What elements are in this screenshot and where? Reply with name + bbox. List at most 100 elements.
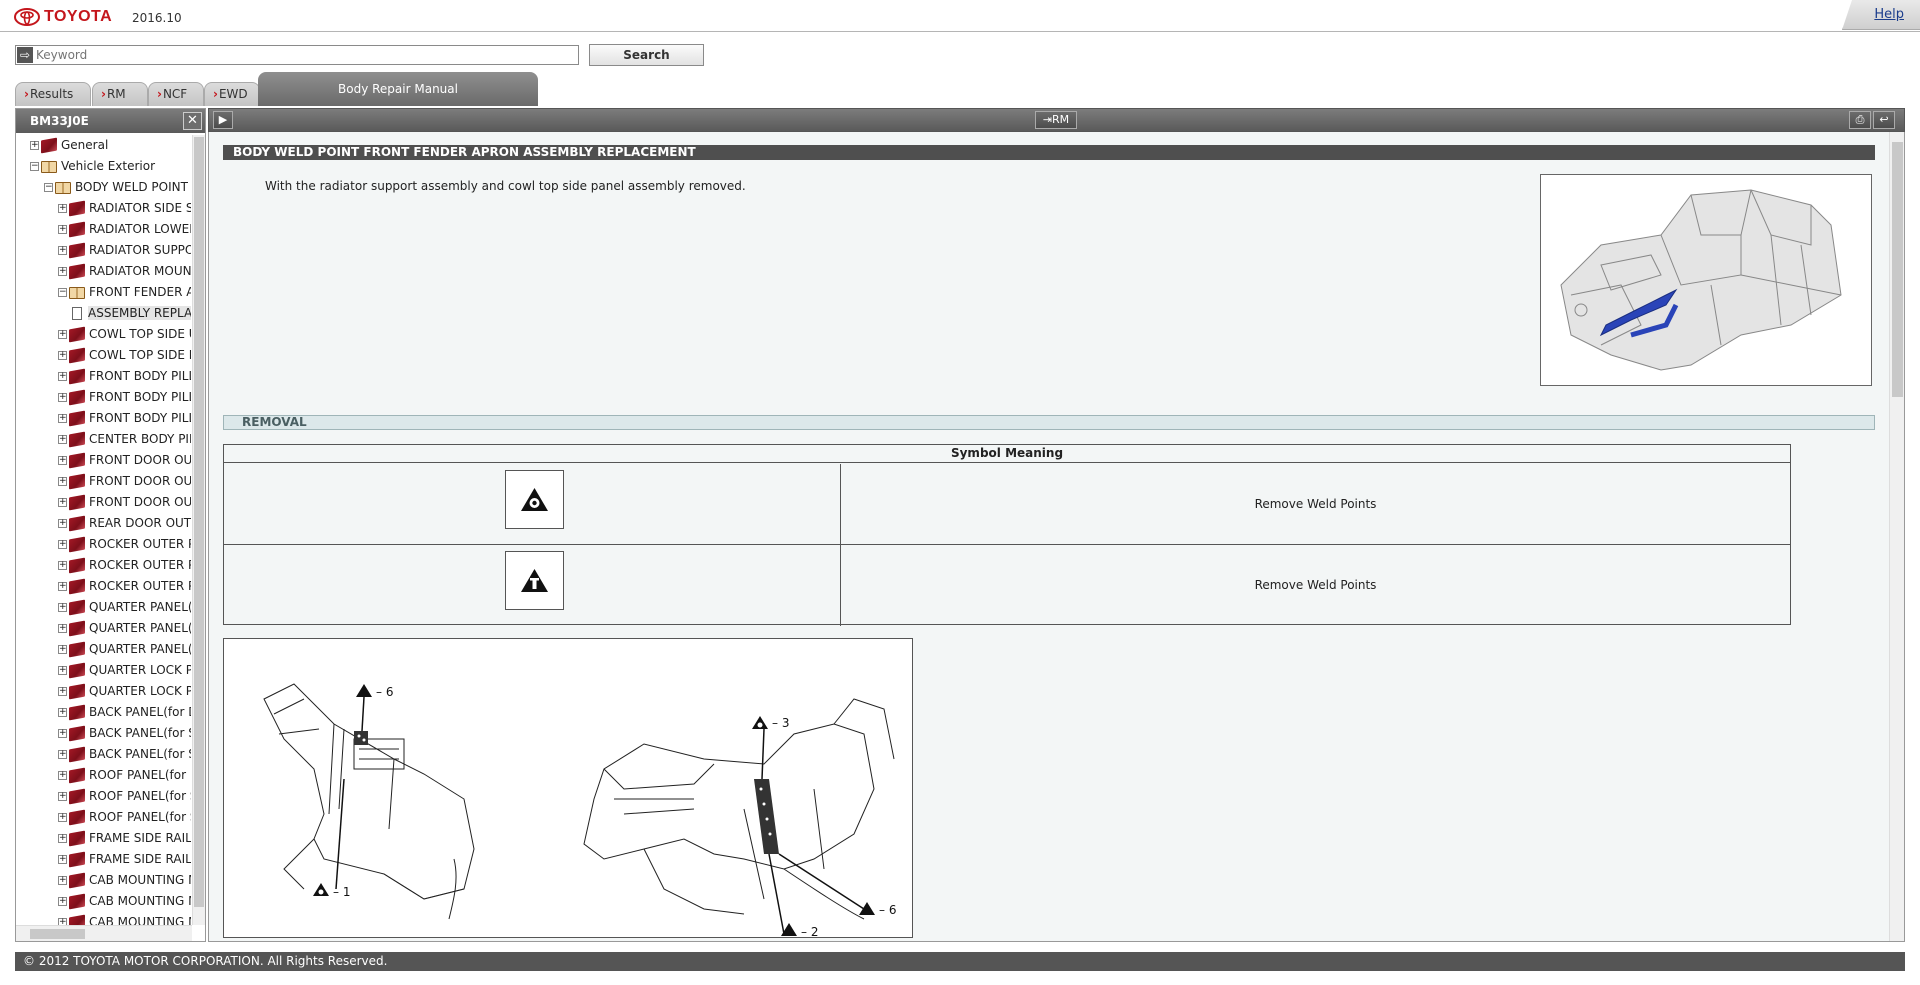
expand-icon[interactable]: + (58, 246, 67, 255)
expand-icon[interactable]: + (58, 540, 67, 549)
expand-icon[interactable]: + (58, 897, 67, 906)
expand-icon[interactable]: + (58, 792, 67, 801)
expand-icon[interactable]: + (58, 771, 67, 780)
close-icon[interactable]: ✕ (183, 112, 202, 130)
tab-rm[interactable]: ›RM (92, 82, 148, 106)
expand-icon[interactable]: + (58, 603, 67, 612)
scroll-thumb[interactable] (30, 929, 85, 939)
tree-item[interactable]: + RADIATOR MOUNT (58, 261, 191, 282)
collapse-icon[interactable]: − (30, 162, 39, 171)
tree-item[interactable]: + CAB MOUNTING M (58, 891, 191, 912)
search-button[interactable]: Search (589, 44, 704, 66)
tree-item[interactable]: ASSEMBLY REPLAC (72, 303, 191, 324)
expand-icon[interactable]: + (58, 330, 67, 339)
expand-icon[interactable]: + (58, 414, 67, 423)
tree-item[interactable]: + COWL TOP SIDE F (58, 345, 191, 366)
tree-item[interactable]: + RADIATOR SUPPO (58, 240, 191, 261)
help-link[interactable]: Help (1874, 7, 1904, 22)
tree-item[interactable]: + BACK PANEL(for S (58, 744, 191, 765)
tree-item[interactable]: − BODY WELD POINT (44, 177, 188, 198)
tree-item[interactable]: + REAR DOOR OUTE (58, 513, 191, 534)
expand-icon[interactable]: + (58, 225, 67, 234)
expand-icon[interactable]: + (58, 456, 67, 465)
expand-icon[interactable]: + (58, 351, 67, 360)
search-go-icon[interactable]: ⇨ (17, 47, 33, 63)
tree-item[interactable]: + ROOF PANEL(for D (58, 765, 191, 786)
expand-icon[interactable]: + (58, 582, 67, 591)
tree-item[interactable]: + BACK PANEL(for D (58, 702, 191, 723)
expand-icon[interactable]: + (58, 204, 67, 213)
tree-item[interactable]: + QUARTER LOCK P: (58, 681, 191, 702)
tab-body-repair-manual[interactable]: Body Repair Manual (258, 72, 538, 106)
tree-item[interactable]: + QUARTER PANEL(I (58, 639, 191, 660)
expand-icon[interactable]: + (58, 624, 67, 633)
tree-item[interactable]: + ROCKER OUTER P (58, 534, 191, 555)
expand-icon[interactable]: + (58, 477, 67, 486)
tree-item[interactable]: + RADIATOR LOWER (58, 219, 191, 240)
expand-icon[interactable]: + (58, 855, 67, 864)
scroll-thumb[interactable] (1892, 142, 1903, 397)
search-input[interactable] (36, 47, 574, 63)
tree-item[interactable]: + RADIATOR SIDE S (58, 198, 191, 219)
collapse-icon[interactable]: − (58, 288, 67, 297)
tree-item[interactable]: + FRONT DOOR OUT (58, 492, 191, 513)
tree-item[interactable]: + ROOF PANEL(for S (58, 786, 191, 807)
tree-item[interactable]: + FRONT BODY PILL (58, 366, 191, 387)
expand-icon[interactable]: + (58, 750, 67, 759)
expand-icon[interactable]: + (58, 834, 67, 843)
expand-icon[interactable]: + (58, 645, 67, 654)
tree-item[interactable]: + BACK PANEL(for S (58, 723, 191, 744)
symbol-table-header: Symbol Meaning (224, 445, 1790, 463)
tree-item[interactable]: + QUARTER PANEL(I (58, 618, 191, 639)
content-vertical-scrollbar[interactable] (1889, 132, 1904, 941)
tree-item[interactable]: + CAB MOUNTING M (58, 870, 191, 891)
tree-item[interactable]: + General (30, 135, 108, 156)
tree-item[interactable]: + FRONT DOOR OUT (58, 471, 191, 492)
chevron-right-icon: › (101, 87, 106, 101)
expand-icon[interactable]: + (58, 519, 67, 528)
expand-icon[interactable]: + (58, 876, 67, 885)
tree-item[interactable]: + QUARTER PANEL(I (58, 597, 191, 618)
tree-item[interactable]: + ROCKER OUTER P (58, 555, 191, 576)
tree-item[interactable]: + ROOF PANEL(for S (58, 807, 191, 828)
tree-item[interactable]: + FRAME SIDE RAIL (58, 849, 191, 870)
expand-icon[interactable]: + (58, 393, 67, 402)
tab-ncf[interactable]: ›NCF (148, 82, 204, 106)
back-button[interactable]: ↩ (1873, 111, 1895, 129)
collapse-icon[interactable]: − (44, 183, 53, 192)
tree-item[interactable]: + FRONT BODY PILL (58, 408, 191, 429)
expand-icon[interactable]: + (58, 687, 67, 696)
tree-item-label: FRONT FENDER AI (89, 285, 191, 299)
tree-item[interactable]: − Vehicle Exterior (30, 156, 155, 177)
expand-icon[interactable]: + (58, 918, 67, 925)
tree-item[interactable]: − FRONT FENDER AI (58, 282, 191, 303)
tree-horizontal-scrollbar[interactable] (16, 925, 192, 941)
tree-item[interactable]: + CAB MOUNTING M (58, 912, 191, 925)
print-button[interactable]: ⎙ (1849, 111, 1871, 129)
tab-ewd[interactable]: ›EWD (204, 82, 260, 106)
svg-text:– 6: – 6 (376, 685, 393, 699)
tree-item[interactable]: + CENTER BODY PIL (58, 429, 191, 450)
book-icon (69, 263, 85, 280)
tab-results[interactable]: ›Results (15, 82, 91, 106)
tree-item[interactable]: + QUARTER LOCK P: (58, 660, 191, 681)
expand-icon[interactable]: + (30, 141, 39, 150)
tree-item[interactable]: + ROCKER OUTER P (58, 576, 191, 597)
tree-item[interactable]: + FRONT DOOR OUT (58, 450, 191, 471)
expand-icon[interactable]: + (58, 813, 67, 822)
expand-icon[interactable]: + (58, 708, 67, 717)
scroll-thumb[interactable] (194, 137, 204, 907)
expand-icon[interactable]: + (58, 561, 67, 570)
expand-icon[interactable]: + (58, 267, 67, 276)
tree-vertical-scrollbar[interactable] (192, 135, 205, 925)
expand-icon[interactable]: + (58, 729, 67, 738)
expand-panel-button[interactable]: ▶ (213, 111, 233, 129)
tree-item[interactable]: + FRAME SIDE RAIL (58, 828, 191, 849)
tree-item[interactable]: + FRONT BODY PILL (58, 387, 191, 408)
expand-icon[interactable]: + (58, 666, 67, 675)
tree-item[interactable]: + COWL TOP SIDE U (58, 324, 191, 345)
expand-icon[interactable]: + (58, 435, 67, 444)
goto-rm-button[interactable]: ⇥RM (1035, 111, 1077, 129)
expand-icon[interactable]: + (58, 372, 67, 381)
expand-icon[interactable]: + (58, 498, 67, 507)
